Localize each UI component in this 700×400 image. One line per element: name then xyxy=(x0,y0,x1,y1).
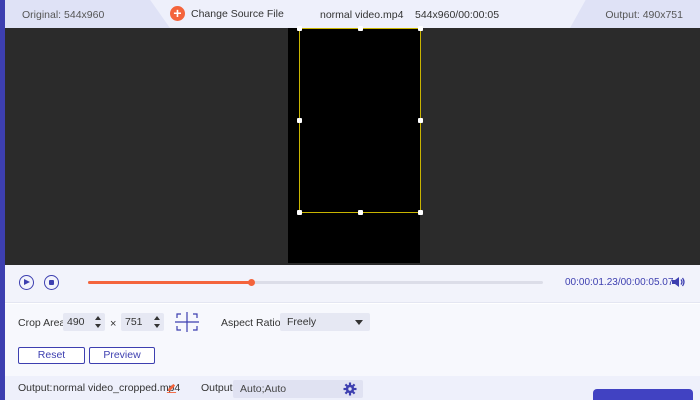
crop-width-stepper[interactable]: 490 xyxy=(63,313,105,331)
crop-height-value: 751 xyxy=(125,316,143,328)
stop-icon xyxy=(48,279,54,285)
source-file-info: 544x960/00:00:05 xyxy=(415,9,500,21)
change-source-file-label: Change Source File xyxy=(191,7,284,20)
times-sign: × xyxy=(110,318,117,330)
crop-width-increase[interactable] xyxy=(95,316,101,320)
crop-width-value: 490 xyxy=(67,316,85,328)
crop-rectangle[interactable] xyxy=(299,28,421,213)
output-bar: Output: normal video_cropped.mp4 Output:… xyxy=(5,376,700,400)
plus-icon: + xyxy=(170,6,185,21)
chevron-down-icon xyxy=(355,320,363,325)
crop-handle-middle-right[interactable] xyxy=(418,118,423,123)
gear-icon[interactable] xyxy=(343,382,357,396)
output-settings-field[interactable]: Auto;Auto xyxy=(233,380,363,398)
source-filename: normal video.mp4 xyxy=(320,9,404,21)
change-source-file-button[interactable]: + Change Source File xyxy=(170,6,284,21)
original-resolution: Original: 544x960 xyxy=(22,9,105,21)
crop-handle-bottom-center[interactable] xyxy=(358,210,363,215)
crop-handle-middle-left[interactable] xyxy=(297,118,302,123)
output-filename: normal video_cropped.mp4 xyxy=(53,382,181,394)
play-button[interactable] xyxy=(19,275,34,290)
reset-button[interactable]: Reset xyxy=(18,347,85,364)
export-button[interactable] xyxy=(593,389,693,400)
pencil-icon[interactable] xyxy=(166,382,177,393)
playback-controls: 00:00:01.23/00:00:05.07 xyxy=(5,265,700,303)
crop-width-decrease[interactable] xyxy=(95,324,101,328)
crop-height-decrease[interactable] xyxy=(154,324,160,328)
preview-button[interactable]: Preview xyxy=(89,347,155,364)
aspect-ratio-value: Freely xyxy=(287,316,317,328)
crop-handle-bottom-right[interactable] xyxy=(418,210,423,215)
aspect-ratio-label: Aspect Ratio: xyxy=(221,317,284,329)
crop-handle-top-center[interactable] xyxy=(358,26,363,31)
output-file-label: Output: xyxy=(18,382,53,394)
output-settings-value: Auto;Auto xyxy=(240,383,287,395)
timeline-slider[interactable] xyxy=(88,279,543,286)
crop-handle-bottom-left[interactable] xyxy=(297,210,302,215)
output-resolution: Output: 490x751 xyxy=(605,9,683,21)
stop-button[interactable] xyxy=(44,275,59,290)
crop-handle-top-left[interactable] xyxy=(297,26,302,31)
timeline-knob[interactable] xyxy=(248,279,256,286)
center-crop-icon[interactable] xyxy=(175,312,199,332)
current-time: 00:00:01.23 xyxy=(565,277,618,288)
play-icon xyxy=(24,279,30,285)
crop-settings-panel: Crop Area: 490 × 751 Aspect Ratio: Freel… xyxy=(5,304,700,376)
time-display: 00:00:01.23/00:00:05.07 xyxy=(565,277,673,288)
aspect-ratio-select[interactable]: Freely xyxy=(280,313,370,331)
timeline-progress xyxy=(88,281,252,284)
crop-height-stepper[interactable]: 751 xyxy=(121,313,164,331)
output-settings-label: Output: xyxy=(201,382,236,394)
top-bar: Original: 544x960 + Change Source File n… xyxy=(5,0,700,28)
crop-height-increase[interactable] xyxy=(154,316,160,320)
crop-handle-top-right[interactable] xyxy=(418,26,423,31)
video-preview-area xyxy=(5,26,700,265)
volume-icon[interactable] xyxy=(670,274,686,290)
total-time: /00:00:05.07 xyxy=(617,277,674,288)
crop-area-label: Crop Area: xyxy=(18,317,69,329)
